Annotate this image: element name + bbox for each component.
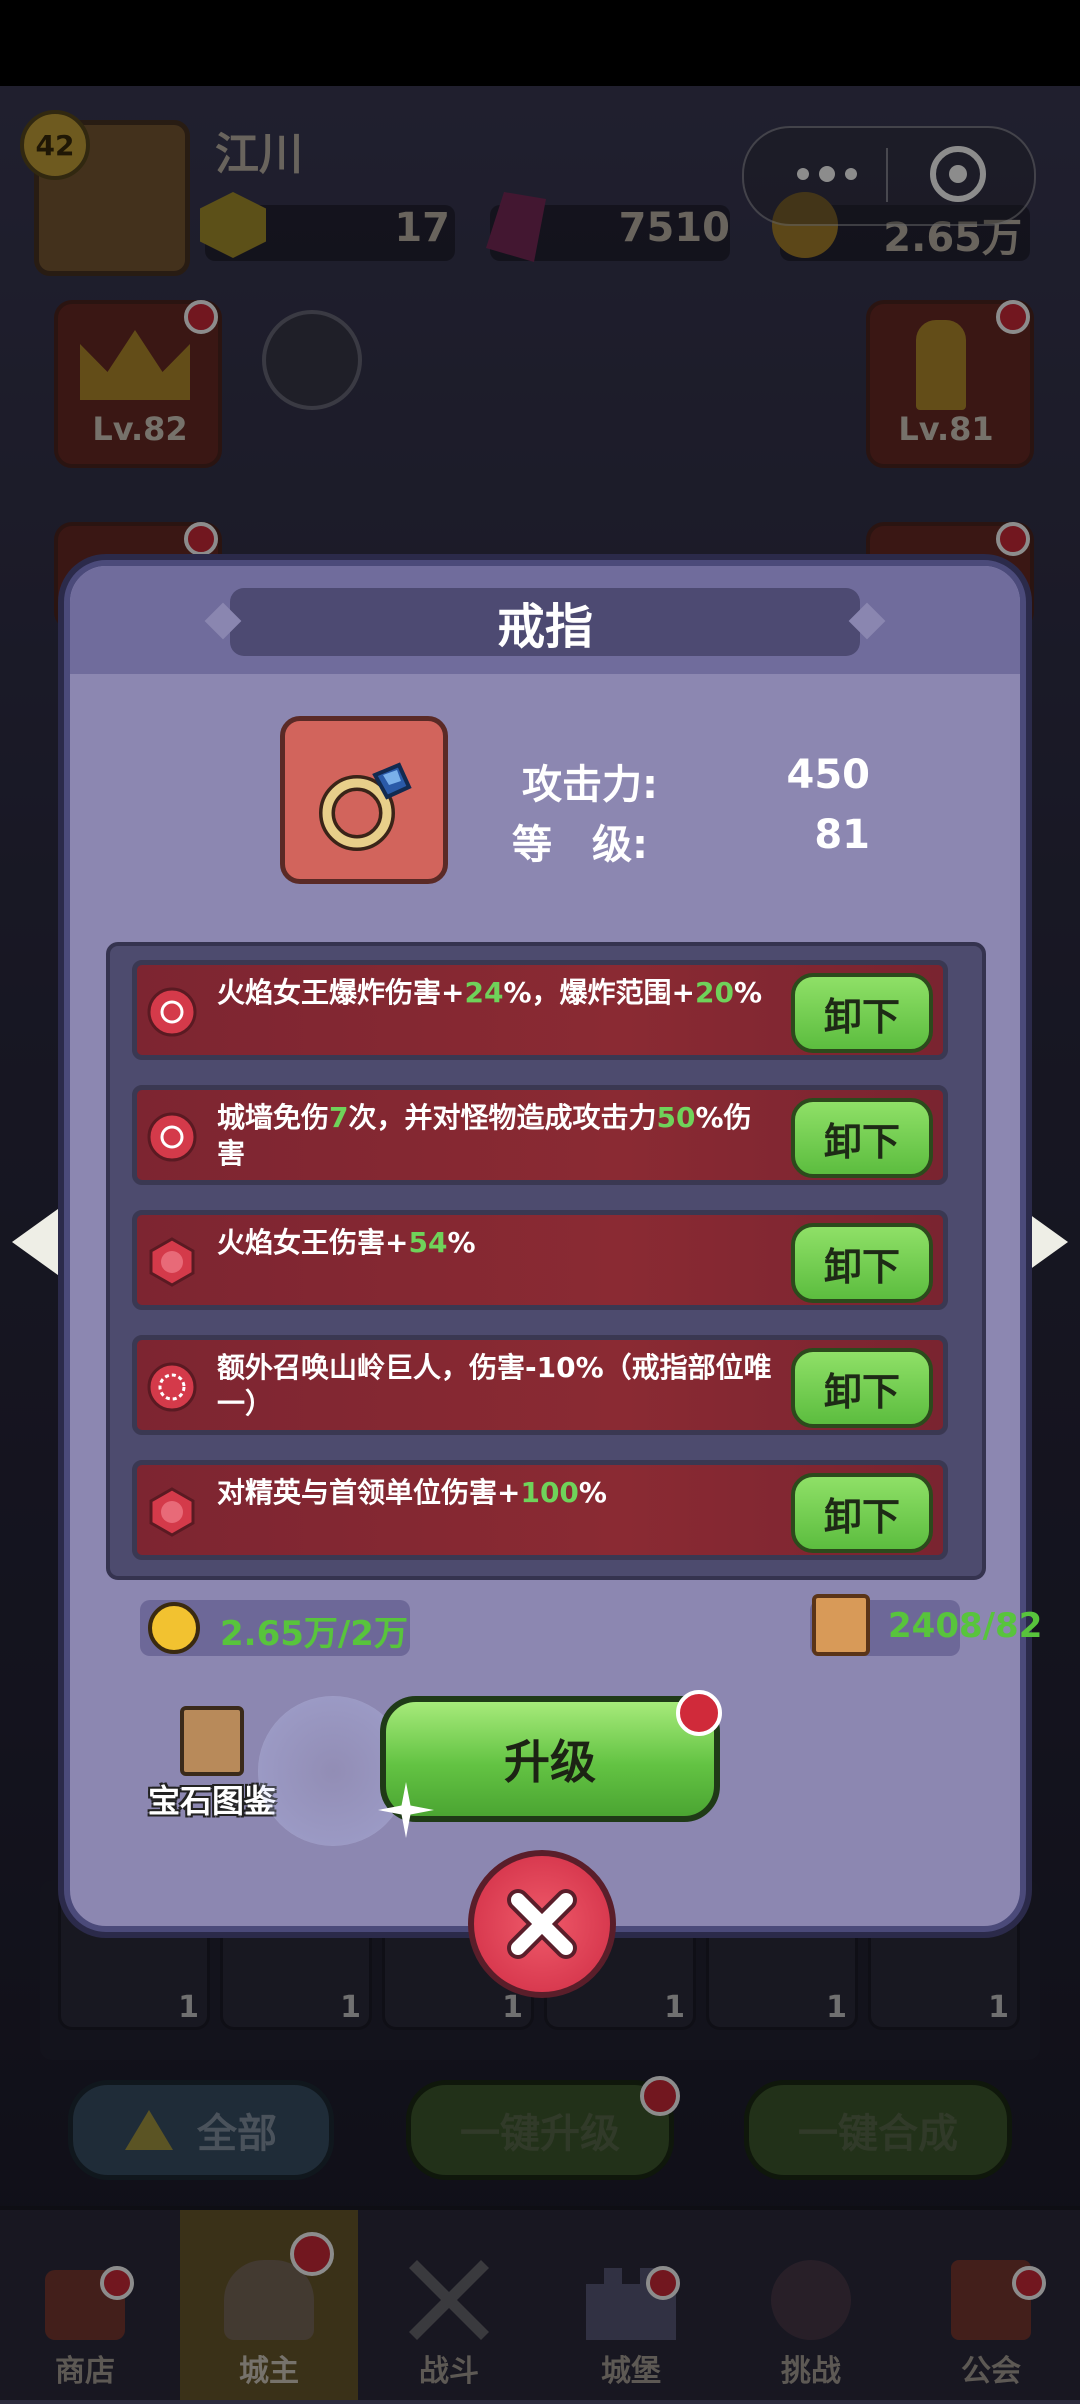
gem-codex-book-icon[interactable]	[180, 1706, 244, 1776]
gem-effect-5: 对精英与首领单位伤害+100%	[217, 1476, 607, 1509]
gem-effect-2: 城墙免伤7次，并对怪物造成攻击力50%伤害	[217, 1101, 752, 1170]
unequip-button-2[interactable]: 卸下	[791, 1098, 933, 1178]
upgrade-button[interactable]: 升级	[380, 1696, 720, 1822]
upgrade-notification-dot	[676, 1690, 722, 1736]
dialog-title: 戒指	[230, 588, 860, 656]
book-cost: 2408/82	[888, 1606, 1043, 1646]
gem-effect-3: 火焰女王伤害+54%	[217, 1226, 476, 1259]
unequip-button-1[interactable]: 卸下	[791, 973, 933, 1053]
gem-row-2: 城墙免伤7次，并对怪物造成攻击力50%伤害 卸下	[132, 1085, 948, 1185]
unequip-button-3[interactable]: 卸下	[791, 1223, 933, 1303]
close-icon	[507, 1889, 577, 1959]
item-frame	[280, 716, 448, 884]
close-dialog-button[interactable]	[468, 1850, 616, 1998]
unequip-button-4[interactable]: 卸下	[791, 1348, 933, 1428]
gem-slot-list: 火焰女王爆炸伤害+24%，爆炸范围+20% 卸下 城墙免伤7次，并对怪物造成攻击…	[106, 942, 986, 1580]
level-label: 等 级:	[512, 822, 648, 868]
gem-row-1: 火焰女王爆炸伤害+24%，爆炸范围+20% 卸下	[132, 960, 948, 1060]
attack-value: 450	[786, 752, 871, 798]
red-gem-icon	[147, 1237, 197, 1287]
gem-row-5: 对精英与首领单位伤害+100% 卸下	[132, 1460, 948, 1560]
ring-icon	[313, 757, 413, 857]
blueprint-scroll-icon	[812, 1594, 870, 1656]
gem-codex-label[interactable]: 宝石图鉴	[148, 1776, 276, 1822]
red-gem-icon	[147, 987, 197, 1037]
item-detail-dialog: 戒指 攻击力: 450 等 级: 81 火焰女王爆炸伤害+24%，爆炸范围+20…	[64, 560, 1042, 1932]
gem-effect-4: 额外召唤山岭巨人，伤害-10%（戒指部位唯一）	[217, 1351, 772, 1420]
attack-label: 攻击力:	[522, 762, 658, 808]
unequip-button-5[interactable]: 卸下	[791, 1473, 933, 1553]
coin-cost: 2.65万/2万	[220, 1614, 408, 1654]
red-gem-icon	[147, 1112, 197, 1162]
red-gem-icon	[147, 1362, 197, 1412]
gem-row-4: 额外召唤山岭巨人，伤害-10%（戒指部位唯一） 卸下	[132, 1335, 948, 1435]
gem-row-3: 火焰女王伤害+54% 卸下	[132, 1210, 948, 1310]
level-value: 81	[814, 812, 870, 858]
red-gem-icon	[147, 1487, 197, 1537]
coin-icon	[148, 1602, 200, 1654]
gem-effect-1: 火焰女王爆炸伤害+24%，爆炸范围+20%	[217, 976, 762, 1009]
